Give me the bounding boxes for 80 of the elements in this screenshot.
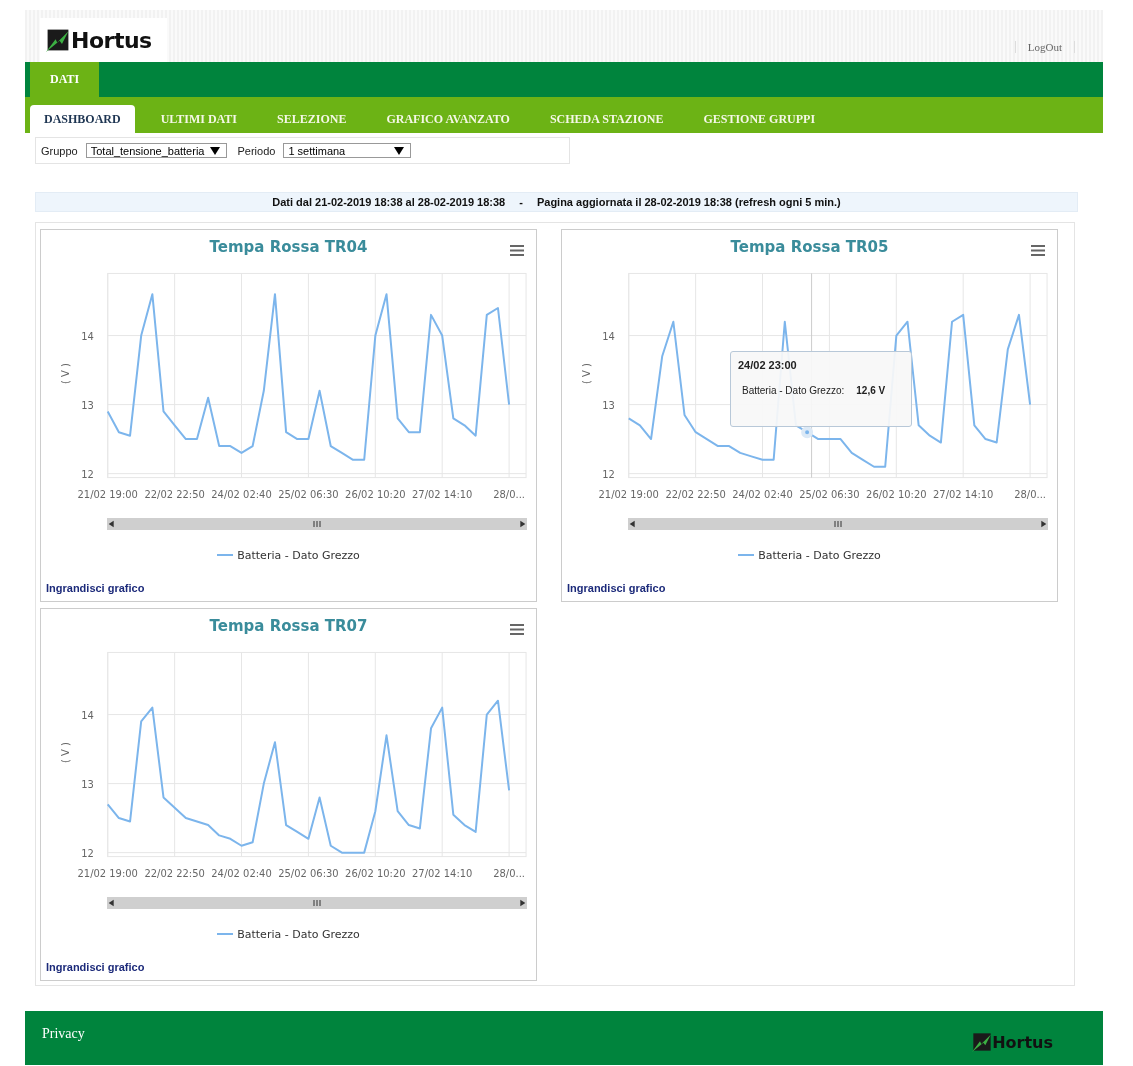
menu-icon[interactable] — [510, 245, 524, 256]
dropdown[interactable]: Total_tensione_batteria — [85, 143, 228, 158]
bolt-icon — [46, 27, 70, 53]
x-tick-label: 26/02 10:20 — [345, 867, 406, 879]
x-tick-label: 22/02 22:50 — [665, 488, 726, 500]
x-tick-label: 25/02 06:30 — [278, 488, 339, 500]
y-tick-label: 13 — [81, 399, 94, 411]
y-tick-label: 12 — [81, 847, 94, 859]
x-tick-label: 21/02 19:00 — [598, 488, 659, 500]
legend-label[interactable]: Batteria - Dato Grezzo — [237, 548, 360, 562]
legend-label[interactable]: Batteria - Dato Grezzo — [237, 927, 360, 941]
scrollbar[interactable] — [107, 518, 527, 530]
filter-label: Periodo — [237, 144, 276, 157]
grip-icon[interactable] — [313, 899, 321, 907]
chart-title: Tempa Rossa TR07 — [209, 617, 368, 637]
x-tick-label: 24/02 02:40 — [211, 488, 272, 500]
bolt-icon — [972, 1032, 993, 1052]
menu-icon[interactable] — [1031, 245, 1045, 256]
hover-point — [801, 426, 814, 439]
x-tick-label: 26/02 10:20 — [345, 488, 406, 500]
x-tick-label: 25/02 06:30 — [278, 867, 339, 879]
scrollbar[interactable] — [107, 897, 527, 909]
y-tick-label: 13 — [81, 778, 94, 790]
tooltip-label: Batteria - Dato Grezzo: — [742, 385, 845, 396]
chart-title: Tempa Rossa TR05 — [730, 238, 889, 258]
y-axis-title: ( V ) — [59, 363, 71, 384]
dropdown[interactable]: 1 settimana — [283, 143, 412, 158]
date-range: Dati dal 21-02-2019 18:38 al 28-02-2019 18:38 — [272, 196, 506, 208]
y-tick-label: 13 — [602, 399, 615, 411]
scroll-left-icon[interactable] — [628, 519, 638, 529]
enlarge-link[interactable]: Ingrandisci grafico — [46, 961, 145, 973]
scroll-left-icon[interactable] — [107, 898, 117, 908]
grip-icon[interactable] — [313, 520, 321, 528]
scroll-left-icon[interactable] — [107, 519, 117, 529]
x-tick-label: 21/02 19:00 — [77, 488, 138, 500]
scroll-right-icon[interactable] — [517, 898, 527, 908]
x-tick-label: 27/02 14:10 — [412, 867, 473, 879]
y-axis-title: ( V ) — [59, 742, 71, 763]
scrollbar[interactable] — [628, 518, 1048, 530]
logo: Hortus — [40, 18, 167, 62]
update-note: Pagina aggiornata il 28-02-2019 18:38 (refresh ogni 5 min.) — [536, 196, 841, 208]
x-tick-label: 24/02 02:40 — [211, 867, 272, 879]
x-tick-label: 28/0... — [1014, 488, 1046, 500]
x-tick-label: 27/02 14:10 — [412, 488, 473, 500]
x-tick-label: 24/02 02:40 — [732, 488, 793, 500]
x-tick-label: 28/0... — [493, 488, 525, 500]
grip-icon[interactable] — [834, 520, 842, 528]
chart-title: Tempa Rossa TR04 — [209, 238, 368, 258]
nav-tab[interactable]: DASHBOARD — [30, 105, 135, 133]
enlarge-link[interactable]: Ingrandisci grafico — [567, 582, 666, 594]
caret-icon — [210, 146, 221, 155]
legend-line-icon — [217, 932, 234, 936]
y-tick-label: 12 — [81, 468, 94, 480]
privacy-link[interactable]: Privacy — [42, 1026, 85, 1042]
x-tick-label: 28/0... — [493, 867, 525, 879]
caret-icon — [394, 146, 405, 155]
y-tick-label: 12 — [602, 468, 615, 480]
enlarge-link[interactable]: Ingrandisci grafico — [46, 582, 145, 594]
x-tick-label: 26/02 10:20 — [866, 488, 927, 500]
x-tick-label: 25/02 06:30 — [799, 488, 860, 500]
filter-label: Gruppo — [41, 144, 78, 157]
separator: - — [519, 196, 523, 208]
x-tick-label: 21/02 19:00 — [77, 867, 138, 879]
legend-label[interactable]: Batteria - Dato Grezzo — [758, 548, 881, 562]
tooltip-value: 12,6 V — [856, 385, 886, 396]
scroll-right-icon[interactable] — [517, 519, 527, 529]
legend-line-icon — [738, 553, 755, 557]
y-tick-label: 14 — [81, 330, 94, 342]
y-tick-label: 14 — [602, 330, 615, 342]
x-tick-label: 22/02 22:50 — [144, 488, 205, 500]
menu-icon[interactable] — [510, 624, 524, 635]
legend-line-icon — [217, 553, 234, 557]
x-tick-label: 27/02 14:10 — [933, 488, 994, 500]
y-tick-label: 14 — [81, 709, 94, 721]
y-axis-title: ( V ) — [580, 363, 592, 384]
tooltip-title: 24/02 23:00 — [738, 359, 798, 371]
scroll-right-icon[interactable] — [1038, 519, 1048, 529]
logout-link[interactable]: LogOut — [1014, 41, 1075, 53]
footer-logo: Hortus — [972, 1032, 1053, 1052]
x-tick-label: 22/02 22:50 — [144, 867, 205, 879]
